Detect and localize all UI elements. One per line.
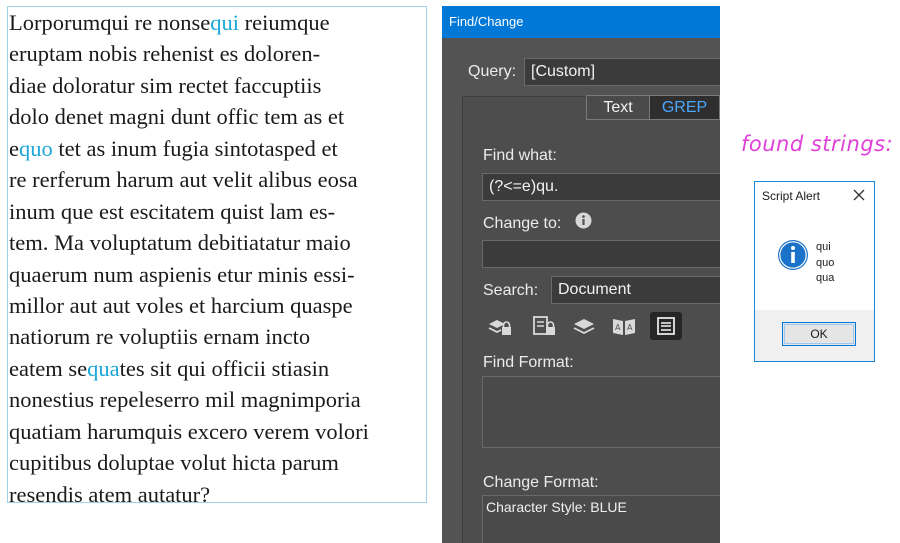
change-to-label: Change to:: [483, 215, 562, 232]
info-icon[interactable]: [575, 212, 592, 229]
text-run: re rerferum harum aut velit alibus eosa: [9, 167, 358, 193]
text-line: inum que est escitatem quist lam es-: [9, 196, 369, 227]
text-line: resendis atem autatur?: [9, 479, 369, 510]
dialog-title-bar[interactable]: Find/Change: [442, 6, 720, 38]
text-run: reiumque: [238, 10, 330, 35]
text-line: nonestius repeleserro mil magnimporia: [9, 384, 369, 415]
found-match: qua: [87, 355, 120, 381]
ok-button[interactable]: OK: [782, 322, 856, 346]
find-format-label: Find Format:: [483, 354, 574, 371]
text-line: tem. Ma voluptatum debitiatatur maio: [9, 227, 369, 258]
text-line: dolo denet magni dunt offic tem as et: [9, 101, 369, 132]
change-format-label: Change Format:: [483, 474, 599, 491]
tab-grep[interactable]: GREP: [650, 95, 720, 120]
text-run: inum que est escitatem quist lam es-: [9, 198, 336, 224]
text-run: nonestius repeleserro mil magnimporia: [9, 387, 361, 413]
find-format-box[interactable]: [482, 376, 720, 448]
query-label: Query:: [468, 63, 517, 80]
search-scope-dropdown[interactable]: Document: [551, 276, 720, 304]
text-run: tet as inum fugia sintotasped et: [52, 135, 338, 161]
found-match: qui: [210, 10, 239, 35]
text-run: tes sit qui officii stiasin: [119, 355, 330, 381]
text-line: eatem sequates sit qui officii stiasin: [9, 353, 369, 384]
alert-message: qui quo qua: [816, 240, 834, 287]
alert-title: Script Alert: [762, 189, 821, 203]
find-what-input[interactable]: (?<=e)qu.: [482, 173, 720, 201]
text-run: resendis atem autatur?: [9, 481, 211, 507]
hidden-layers-icon[interactable]: [568, 312, 600, 340]
find-change-dialog: Find/Change Query: [Custom] Text GREP Fi…: [442, 6, 720, 543]
text-run: cupitibus doluptae volut hicta parum: [9, 450, 339, 476]
text-line: equo tet as inum fugia sintotasped et: [9, 133, 369, 164]
text-run: millor aut aut voles et harcium quaspe: [9, 292, 353, 318]
tab-text[interactable]: Text: [586, 95, 650, 120]
text-line: quatiam harumquis excero verem volori: [9, 416, 369, 447]
text-run: Lorporumqui re nonse: [9, 10, 211, 35]
found-match: quo: [19, 135, 53, 161]
found-strings-annotation: found strings:: [741, 132, 894, 156]
text-line: natiorum re voluptiis ernam incto: [9, 321, 369, 352]
text-line: millor aut aut voles et harcium quaspe: [9, 290, 369, 321]
change-to-input[interactable]: [482, 240, 720, 268]
find-what-label: Find what:: [483, 147, 557, 164]
text-run: natiorum re voluptiis ernam incto: [9, 324, 311, 350]
dialog-title: Find/Change: [449, 14, 524, 29]
footnotes-icon[interactable]: [650, 312, 682, 340]
close-icon[interactable]: [852, 188, 866, 202]
text-run: quatiam harumquis excero verem volori: [9, 418, 369, 444]
message-line: qua: [816, 272, 835, 284]
info-icon: [777, 239, 809, 271]
query-dropdown[interactable]: [Custom]: [524, 58, 720, 86]
text-run: eruptam nobis rehenist es doloren-: [9, 41, 321, 67]
text-run: dolo denet magni dunt offic tem as et: [9, 104, 345, 130]
locked-layers-icon[interactable]: [484, 312, 516, 340]
search-label: Search:: [483, 282, 539, 299]
svg-text:A: A: [615, 323, 621, 332]
text-run: e: [9, 135, 19, 161]
text-run: diae doloratur sim rectet faccuptiis: [9, 72, 322, 98]
text-line: re rerferum harum aut velit alibus eosa: [9, 164, 369, 195]
text-line: cupitibus doluptae volut hicta parum: [9, 447, 369, 478]
text-line: quaerum num aspienis etur minis essi-: [9, 259, 369, 290]
text-run: eatem se: [9, 355, 88, 381]
message-line: quo: [816, 256, 835, 269]
script-alert-dialog: Script Alert qui quo qua OK: [754, 181, 875, 362]
message-line: qui: [816, 241, 831, 253]
text-run: tem. Ma voluptatum debitiatatur maio: [9, 230, 351, 256]
change-format-value: Character Style: BLUE: [486, 499, 627, 515]
text-frame[interactable]: Lorporumqui re nonsequi reiumque eruptam…: [7, 6, 427, 507]
text-line: eruptam nobis rehenist es doloren-: [9, 38, 369, 69]
text-line: Lorporumqui re nonsequi reiumque: [9, 7, 369, 38]
alert-footer: OK: [755, 310, 874, 361]
master-pages-icon[interactable]: AA: [608, 312, 640, 340]
text-line: diae doloratur sim rectet faccuptiis: [9, 70, 369, 101]
svg-text:A: A: [627, 323, 633, 332]
story-text: Lorporumqui re nonsequi reiumque eruptam…: [9, 7, 369, 510]
change-format-box[interactable]: Character Style: BLUE: [482, 495, 720, 543]
text-run: quaerum num aspienis etur minis essi-: [9, 261, 355, 287]
locked-stories-icon[interactable]: [528, 312, 560, 340]
